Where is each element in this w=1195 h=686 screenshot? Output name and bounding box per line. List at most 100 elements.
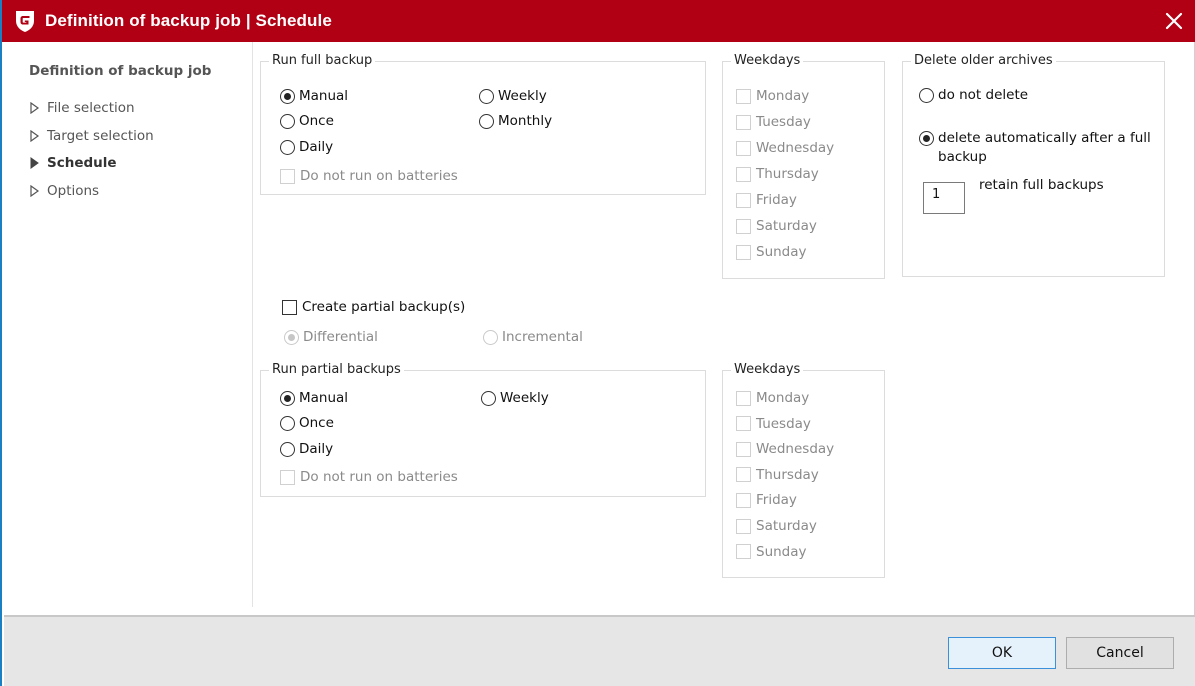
radio-indicator[interactable] [280,441,295,457]
sidebar-item-file-selection[interactable]: File selection [28,100,135,116]
partial-weekday-monday-checkbox[interactable]: Monday [736,390,809,406]
checkbox-indicator[interactable] [736,114,751,130]
checkbox-indicator[interactable] [736,166,751,182]
partial-daily-radio[interactable]: Daily [280,441,333,457]
full-daily-radio[interactable]: Daily [280,139,333,155]
sidebar-item-target-selection[interactable]: Target selection [28,128,154,144]
checkbox-label: Monday [756,390,810,406]
radio-indicator[interactable] [280,113,295,129]
sidebar-item-schedule[interactable]: Schedule [28,155,117,171]
checkbox-indicator[interactable] [280,469,295,485]
full-weekly-radio[interactable]: Weekly [479,88,547,104]
triangle-right-filled-icon [30,157,39,169]
incremental-radio[interactable]: Incremental [483,329,583,345]
do-not-delete-radio[interactable]: do not delete [919,87,1028,103]
group-legend: Run full backup [269,53,376,68]
checkbox-label: Tuesday [756,415,811,432]
sidebar-heading: Definition of backup job [29,63,212,79]
radio-label: Once [299,415,334,431]
checkbox-indicator[interactable] [736,416,751,432]
checkbox-indicator[interactable] [736,441,751,457]
radio-label: Manual [299,390,349,406]
create-partial-backup-checkbox[interactable]: Create partial backup(s) [282,299,465,315]
full-monthly-radio[interactable]: Monthly [479,113,552,129]
checkbox-indicator[interactable] [280,168,295,184]
full-weekday-tuesday-checkbox[interactable]: Tuesday [736,114,811,130]
partial-once-radio[interactable]: Once [280,415,334,431]
checkbox-indicator[interactable] [736,192,751,208]
sidebar-item-label: Schedule [47,155,117,171]
group-legend: Weekdays [731,53,804,68]
partial-weekly-radio[interactable]: Weekly [481,390,549,406]
checkbox-indicator[interactable] [736,88,751,104]
partial-no-batteries-checkbox[interactable]: Do not run on batteries [280,469,458,485]
checkbox-indicator[interactable] [736,518,751,534]
checkbox-label: Friday [756,192,797,208]
full-weekday-saturday-checkbox[interactable]: Saturday [736,218,817,234]
checkbox-indicator[interactable] [736,467,751,483]
triangle-right-outline-icon [30,130,40,142]
radio-label-line: backup [938,149,987,165]
partial-weekday-wednesday-checkbox[interactable]: Wednesday [736,441,834,457]
full-weekday-wednesday-checkbox[interactable]: Wednesday [736,140,834,156]
partial-manual-radio[interactable]: Manual [280,390,348,406]
group-legend: Run partial backups [269,362,404,377]
checkbox-indicator[interactable] [736,244,751,260]
radio-indicator[interactable] [483,329,498,345]
retain-label: retain full backups [979,177,1104,193]
checkbox-indicator[interactable] [736,544,751,560]
partial-weekday-friday-checkbox[interactable]: Friday [736,492,797,508]
checkbox-label: Monday [756,88,810,104]
ok-button[interactable]: OK [948,637,1056,669]
sidebar-item-options[interactable]: Options [28,183,99,199]
checkbox-label: Saturday [756,518,817,534]
dialog-footer: OK Cancel [4,615,1195,686]
checkbox-indicator[interactable] [736,492,751,508]
full-weekday-monday-checkbox[interactable]: Monday [736,88,809,104]
sidebar-item-label: Options [47,183,100,199]
close-x-icon [1165,12,1183,30]
full-manual-radio[interactable]: Manual [280,88,348,104]
partial-weekday-thursday-checkbox[interactable]: Thursday [736,467,819,483]
radio-indicator[interactable] [479,113,494,129]
radio-label: Manual [299,88,349,104]
radio-label: delete automatically after a full backup [938,129,1151,167]
group-legend: Delete older archives [911,53,1056,68]
checkbox-label: Wednesday [756,441,835,458]
radio-indicator[interactable] [919,87,934,103]
radio-indicator[interactable] [481,390,496,406]
checkbox-label: Create partial backup(s) [302,299,466,315]
partial-weekday-sunday-checkbox[interactable]: Sunday [736,544,807,560]
checkbox-indicator[interactable] [736,390,751,406]
full-weekday-thursday-checkbox[interactable]: Thursday [736,166,819,182]
delete-automatically-radio[interactable]: delete automatically after a full backup [919,129,1151,167]
checkbox-label: Sunday [756,543,807,560]
checkbox-label: Thursday [756,466,819,483]
close-button[interactable] [1161,8,1187,34]
group-legend: Weekdays [731,362,804,377]
full-once-radio[interactable]: Once [280,113,334,129]
radio-indicator[interactable] [479,88,494,104]
radio-label: Daily [299,139,334,155]
title-bar: Definition of backup job | Schedule [2,0,1195,42]
retain-count-input[interactable]: 1 [923,182,965,214]
radio-indicator[interactable] [280,139,295,155]
checkbox-label: Do not run on batteries [300,168,458,184]
radio-indicator[interactable] [280,415,295,431]
sidebar-nav: Definition of backup job File selection … [4,42,253,607]
differential-radio[interactable]: Differential [284,329,378,345]
full-weekday-sunday-checkbox[interactable]: Sunday [736,244,807,260]
checkbox-indicator[interactable] [736,140,751,156]
radio-indicator[interactable] [280,390,295,406]
radio-indicator[interactable] [280,88,295,104]
radio-indicator[interactable] [284,329,299,345]
radio-indicator[interactable] [919,131,934,146]
checkbox-indicator[interactable] [282,299,297,315]
cancel-button[interactable]: Cancel [1066,637,1174,669]
partial-weekday-saturday-checkbox[interactable]: Saturday [736,518,817,534]
full-no-batteries-checkbox[interactable]: Do not run on batteries [280,168,458,184]
checkbox-indicator[interactable] [736,218,751,234]
full-weekday-friday-checkbox[interactable]: Friday [736,192,797,208]
radio-label: do not delete [938,87,1029,103]
partial-weekday-tuesday-checkbox[interactable]: Tuesday [736,416,811,432]
